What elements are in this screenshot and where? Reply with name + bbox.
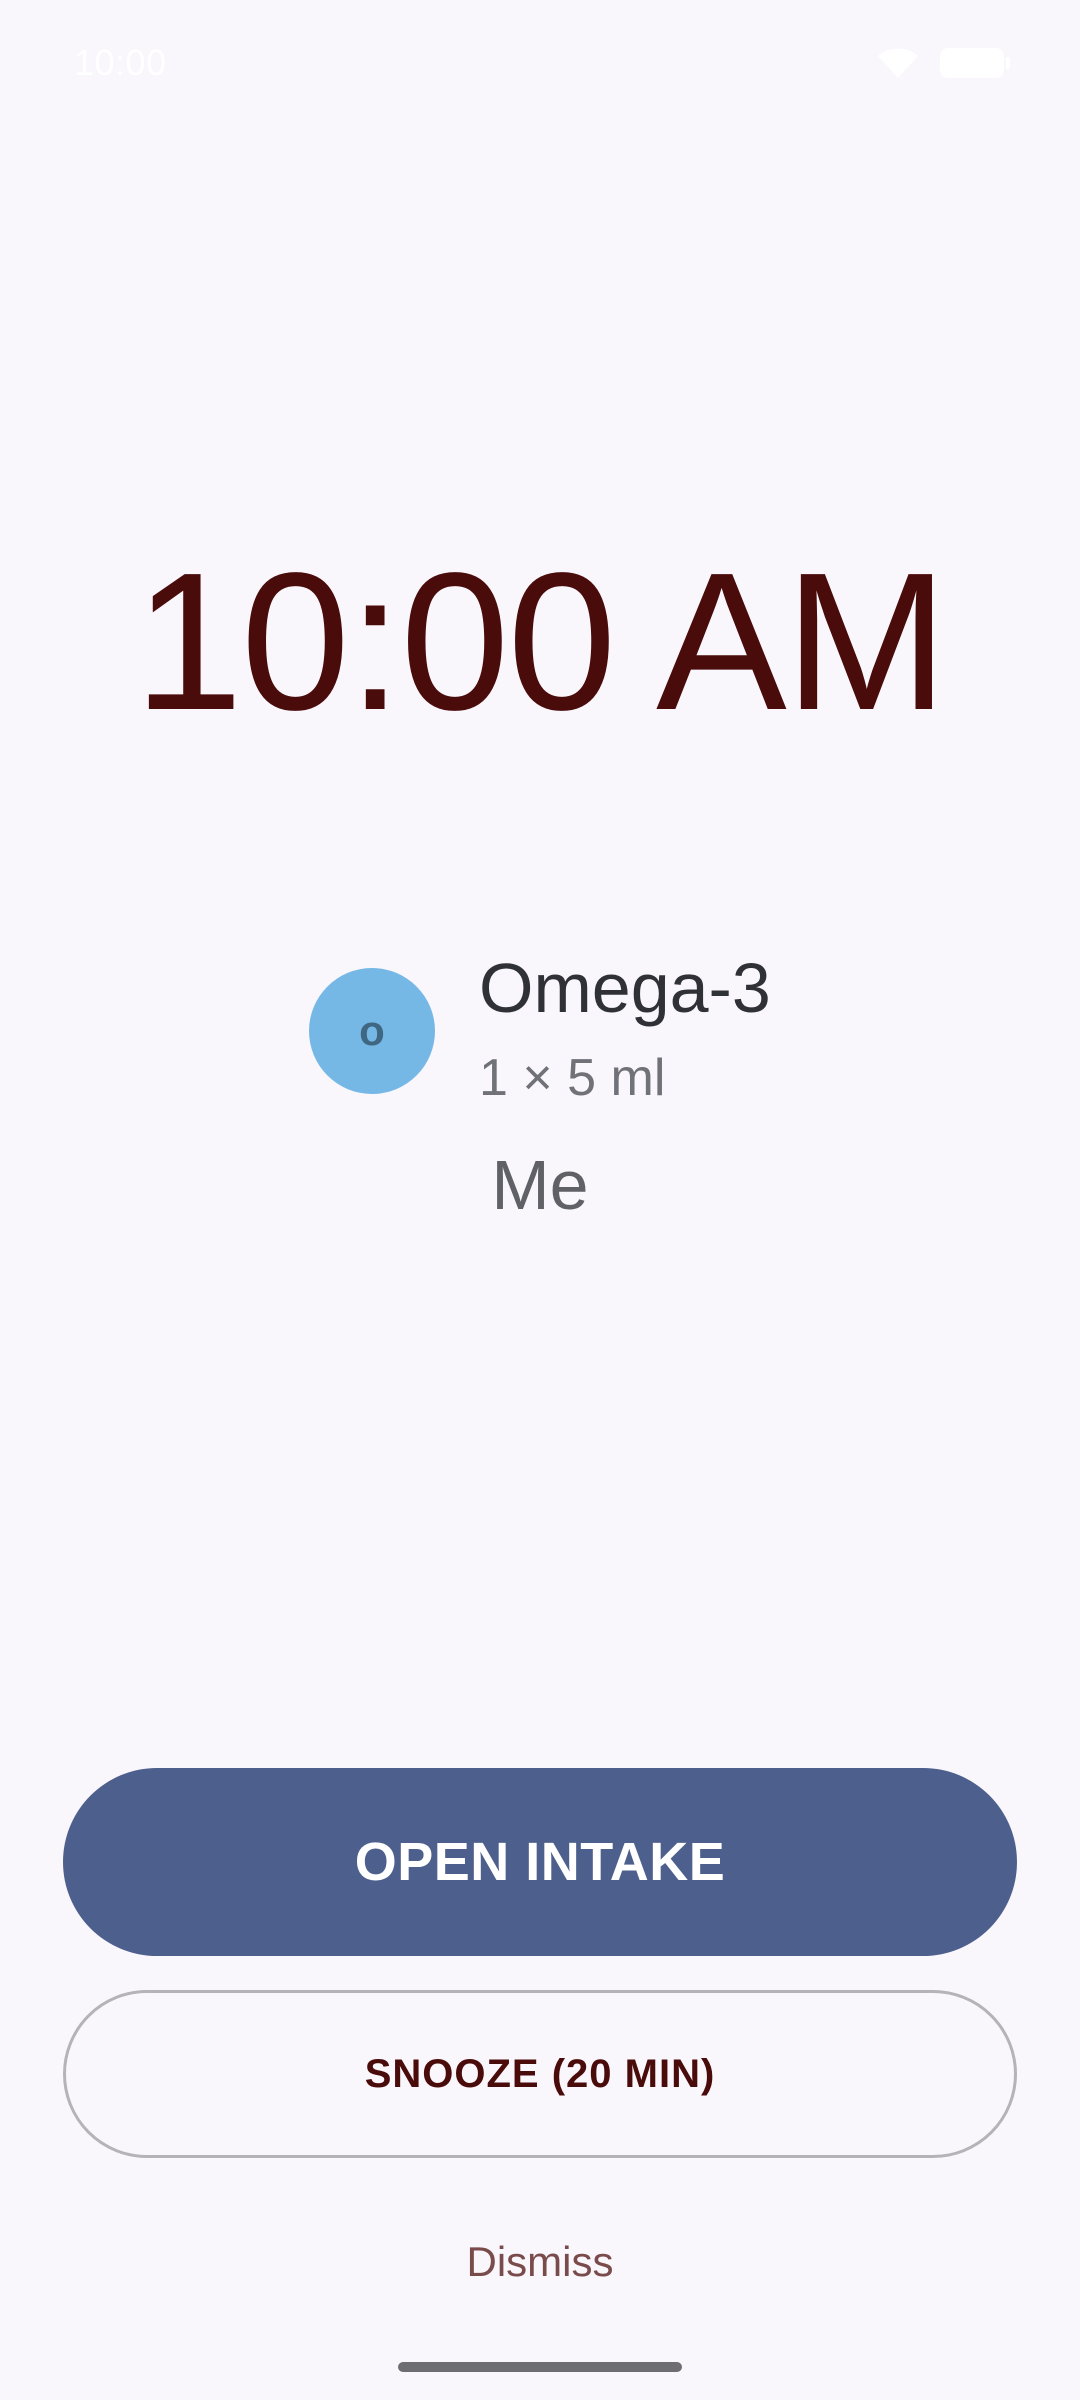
alarm-time: 10:00 AM	[133, 532, 948, 751]
medication-avatar-letter: o	[359, 1007, 385, 1054]
medication-dose: 1 × 5 ml	[479, 1049, 666, 1107]
status-icons	[876, 46, 1010, 80]
wifi-icon	[876, 46, 920, 80]
status-bar: 10:00	[0, 0, 1080, 130]
open-intake-button[interactable]: OPEN INTAKE	[63, 1768, 1017, 1956]
dismiss-button[interactable]: Dismiss	[390, 2222, 690, 2302]
battery-icon	[940, 48, 1010, 78]
alarm-screen: 10:00 10:00 AM o Omega-3 1 × 5 ml Me OPE…	[0, 0, 1080, 2400]
medication-card: o Omega-3 1 × 5 ml Me	[0, 940, 1080, 1240]
snooze-button[interactable]: SNOOZE (20 MIN)	[63, 1990, 1017, 2158]
medication-person: Me	[491, 1146, 589, 1224]
medication-name: Omega-3	[479, 949, 771, 1027]
medication-avatar: o	[309, 968, 435, 1094]
status-time: 10:00	[74, 42, 167, 83]
gesture-nav-handle[interactable]	[398, 2362, 682, 2372]
